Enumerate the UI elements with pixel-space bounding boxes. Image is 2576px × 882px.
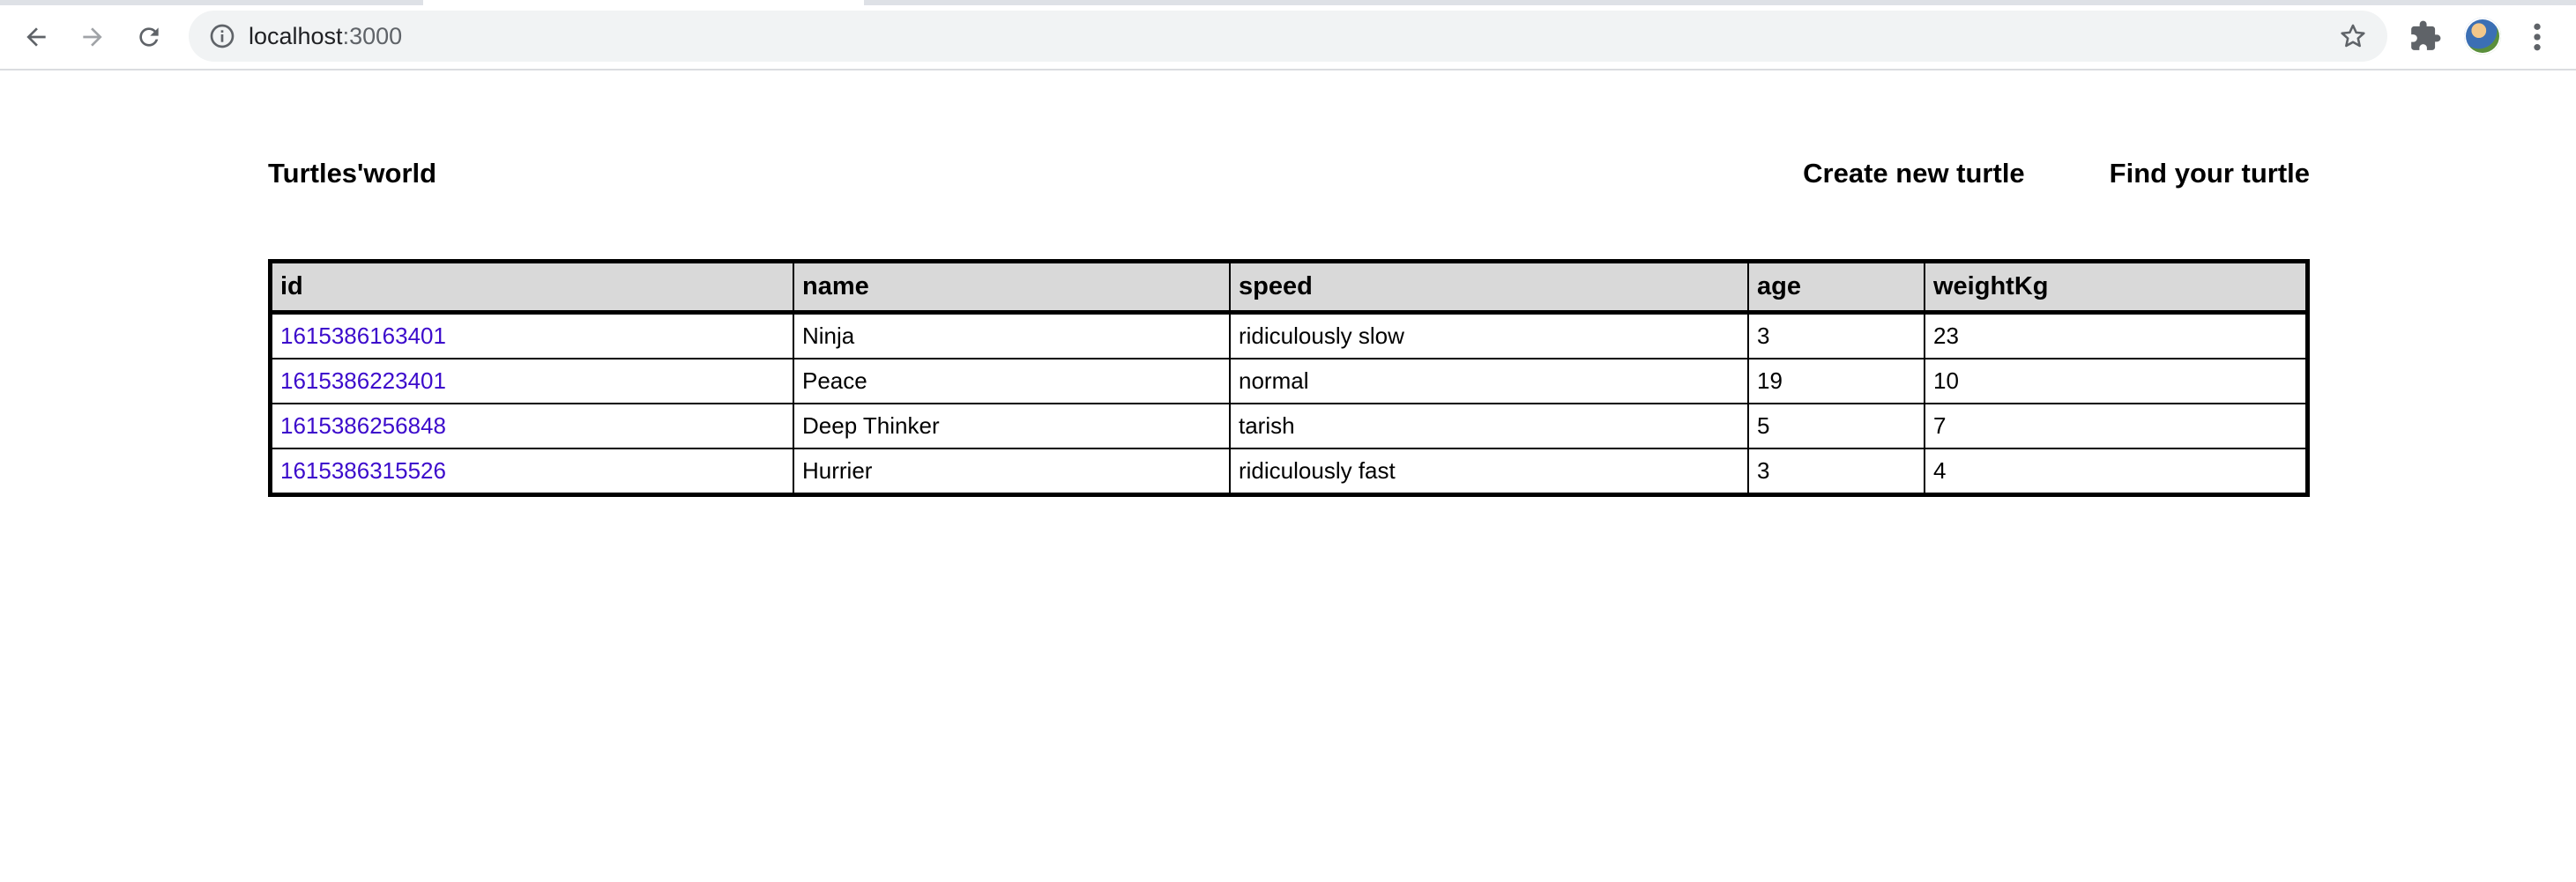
- profile-avatar[interactable]: [2464, 18, 2501, 55]
- cell-age: 5: [1747, 403, 1925, 449]
- reload-icon[interactable]: [128, 16, 170, 58]
- turtle-id-link[interactable]: 1615386223401: [280, 367, 446, 394]
- table-row: 1615386256848 Deep Thinker tarish 5 7: [269, 403, 2309, 449]
- page-content: Turtles'world Create new turtle Find you…: [0, 70, 2576, 882]
- cell-speed: tarish: [1229, 403, 1749, 449]
- kebab-menu-icon[interactable]: [2528, 19, 2546, 55]
- site-brand[interactable]: Turtles'world: [268, 158, 436, 189]
- column-header-id: id: [269, 260, 794, 315]
- cell-speed: ridiculously fast: [1229, 448, 1749, 496]
- tab-strip: [0, 0, 2576, 5]
- cell-speed: ridiculously slow: [1229, 311, 1749, 359]
- find-turtle-link[interactable]: Find your turtle: [2110, 158, 2310, 189]
- cell-weight: 23: [1924, 311, 2309, 359]
- url-host: localhost: [249, 23, 343, 49]
- cell-name: Ninja: [793, 311, 1231, 359]
- url-text[interactable]: localhost:3000: [249, 22, 402, 50]
- turtle-id-link[interactable]: 1615386315526: [280, 457, 446, 484]
- cell-weight: 10: [1924, 358, 2309, 404]
- cell-id: 1615386163401: [269, 311, 794, 359]
- star-icon[interactable]: [2338, 21, 2368, 51]
- cell-id: 1615386256848: [269, 403, 794, 449]
- back-arrow-icon[interactable]: [15, 16, 57, 58]
- column-header-weight: weightKg: [1924, 260, 2309, 315]
- cell-age: 3: [1747, 311, 1925, 359]
- column-header-speed: speed: [1229, 260, 1749, 315]
- create-turtle-link[interactable]: Create new turtle: [1803, 158, 2025, 189]
- turtle-id-link[interactable]: 1615386256848: [280, 412, 446, 439]
- puzzle-icon[interactable]: [2408, 19, 2442, 53]
- table-row: 1615386163401 Ninja ridiculously slow 3 …: [269, 311, 2309, 359]
- cell-name: Hurrier: [793, 448, 1231, 496]
- cell-name: Peace: [793, 358, 1231, 404]
- table-header-row: id name speed age weightKg: [269, 260, 2309, 315]
- table-row: 1615386315526 Hurrier ridiculously fast …: [269, 448, 2309, 496]
- column-header-age: age: [1747, 260, 1925, 315]
- cell-name: Deep Thinker: [793, 403, 1231, 449]
- info-icon[interactable]: [208, 22, 236, 50]
- cell-speed: normal: [1229, 358, 1749, 404]
- table-row: 1615386223401 Peace normal 19 10: [269, 358, 2309, 404]
- browser-toolbar: localhost:3000: [0, 0, 2576, 70]
- turtles-table: id name speed age weightKg 1615386163401…: [268, 259, 2310, 497]
- turtle-id-link[interactable]: 1615386163401: [280, 322, 446, 349]
- cell-age: 3: [1747, 448, 1925, 496]
- cell-age: 19: [1747, 358, 1925, 404]
- address-bar[interactable]: localhost:3000: [189, 11, 2387, 62]
- cell-id: 1615386315526: [269, 448, 794, 496]
- url-port: :3000: [342, 23, 403, 49]
- cell-weight: 7: [1924, 403, 2309, 449]
- cell-weight: 4: [1924, 448, 2309, 496]
- cell-id: 1615386223401: [269, 358, 794, 404]
- column-header-name: name: [793, 260, 1231, 315]
- header-nav: Create new turtle Find your turtle: [1803, 158, 2310, 189]
- forward-arrow-icon[interactable]: [71, 16, 114, 58]
